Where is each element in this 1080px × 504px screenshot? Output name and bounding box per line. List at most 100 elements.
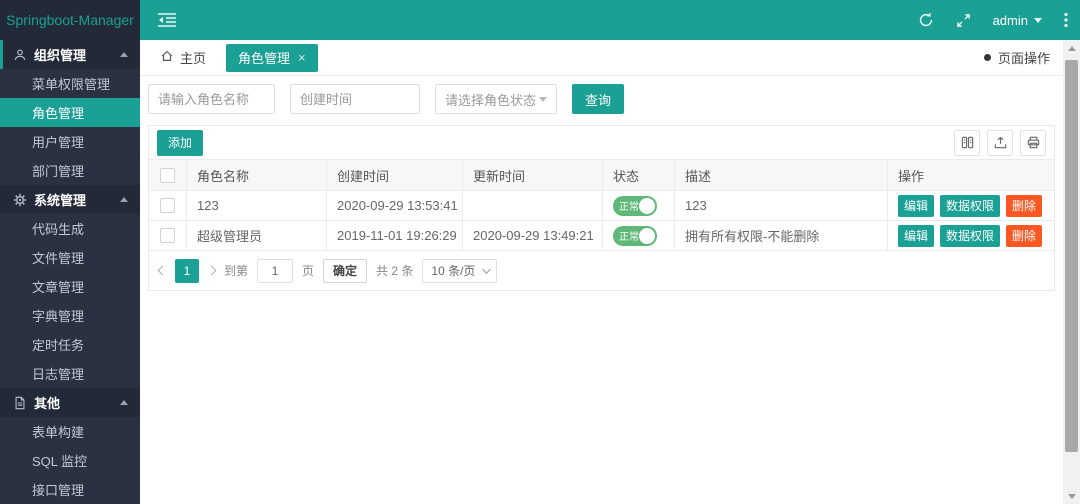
home-icon	[160, 49, 174, 66]
goto-page-input[interactable]	[257, 258, 294, 283]
page-unit-label: 页	[302, 264, 315, 278]
print-icon[interactable]	[1020, 129, 1046, 156]
col-header-actions: 操作	[898, 168, 925, 184]
col-header-status: 状态	[603, 160, 675, 190]
pagination: 1 到第 页 确定 共 2 条 10 条/页	[149, 250, 1054, 290]
more-menu-icon[interactable]	[1064, 12, 1068, 28]
main-area: admin 主页 角色管理 × 页面操作 请输入角色名称 创建时间 请选择角色状…	[140, 0, 1080, 504]
data-permission-button[interactable]: 数据权限	[940, 224, 1001, 247]
goto-label: 到第	[224, 264, 249, 278]
row-checkbox[interactable]	[160, 228, 175, 243]
sidebar: Springboot-Manager 组织管理 菜单权限管理 角色管理 用户管理…	[0, 0, 140, 504]
sidebar-item-api-mgmt[interactable]: 接口管理	[0, 475, 140, 504]
chevron-down-icon	[539, 96, 547, 102]
refresh-icon[interactable]	[918, 12, 934, 28]
sidebar-item-dept-mgmt[interactable]: 部门管理	[0, 156, 140, 185]
workspace: 主页 角色管理 × 页面操作 请输入角色名称 创建时间 请选择角色状态 查询 添…	[140, 40, 1080, 504]
collapse-menu-icon[interactable]	[158, 13, 176, 27]
sidebar-item-role-mgmt[interactable]: 角色管理	[0, 98, 140, 127]
chevron-up-icon	[120, 52, 128, 57]
chevron-down-icon	[482, 264, 492, 274]
export-icon[interactable]	[987, 129, 1013, 156]
sidebar-item-code-gen[interactable]: 代码生成	[0, 214, 140, 243]
chevron-up-icon	[120, 197, 128, 202]
delete-button[interactable]: 删除	[1006, 224, 1043, 247]
chevron-down-icon	[1034, 17, 1042, 23]
next-page-icon[interactable]	[206, 265, 217, 276]
app-logo: Springboot-Manager	[0, 0, 140, 40]
col-header-created: 创建时间	[327, 160, 463, 190]
toggle-knob-icon	[639, 227, 655, 244]
sidebar-item-sql-monitor[interactable]: SQL 监控	[0, 446, 140, 475]
table-row: 超级管理员 2019-11-01 19:26:29 2020-09-29 13:…	[149, 220, 1054, 250]
user-icon	[13, 48, 27, 62]
scroll-down-icon[interactable]	[1063, 488, 1080, 504]
gear-icon	[13, 193, 27, 207]
row-checkbox[interactable]	[160, 198, 175, 213]
page-content: 请选择角色状态 查询 添加	[140, 76, 1080, 291]
sidebar-item-menu-perms[interactable]: 菜单权限管理	[0, 69, 140, 98]
search-form: 请选择角色状态 查询	[148, 84, 1080, 114]
chevron-up-icon	[120, 400, 128, 405]
role-status-select[interactable]: 请选择角色状态	[435, 84, 557, 114]
tab-home[interactable]: 主页	[148, 40, 218, 75]
dot-icon	[983, 54, 991, 61]
role-table-card: 添加 角色名称 创建时间 更新时间 状态 描述 操作 123 2020-09-2…	[148, 125, 1055, 291]
tab-role-mgmt[interactable]: 角色管理 ×	[226, 43, 318, 72]
tab-bar: 主页 角色管理 × 页面操作	[140, 40, 1080, 76]
sidebar-section-system[interactable]: 系统管理	[0, 185, 140, 214]
role-name-cell: 超级管理员	[187, 221, 327, 250]
page-operations-button[interactable]: 页面操作	[983, 48, 1050, 67]
sidebar-section-label: 其他	[34, 396, 61, 411]
delete-button[interactable]: 删除	[1006, 194, 1043, 217]
description-cell: 拥有所有权限-不能删除	[675, 221, 888, 250]
sidebar-item-article-mgmt[interactable]: 文章管理	[0, 272, 140, 301]
updated-cell	[463, 191, 603, 220]
prev-page-icon[interactable]	[157, 265, 168, 276]
user-menu[interactable]: admin	[993, 13, 1042, 28]
close-icon[interactable]: ×	[298, 51, 306, 64]
sidebar-section-label: 系统管理	[34, 193, 87, 208]
table-row: 123 2020-09-29 13:53:41 正常 123 编辑 数据权限 删…	[149, 190, 1054, 220]
sidebar-section-label: 组织管理	[34, 48, 87, 63]
goto-confirm-button[interactable]: 确定	[323, 258, 368, 283]
created-cell: 2020-09-29 13:53:41	[327, 191, 463, 220]
edit-button[interactable]: 编辑	[898, 224, 935, 247]
created-cell: 2019-11-01 19:26:29	[327, 221, 463, 250]
sidebar-item-cron-tasks[interactable]: 定时任务	[0, 330, 140, 359]
sidebar-section-other[interactable]: 其他	[0, 388, 140, 417]
table-header-row: 角色名称 创建时间 更新时间 状态 描述 操作	[149, 159, 1054, 190]
description-cell: 123	[675, 191, 888, 220]
file-icon	[13, 396, 27, 410]
add-button[interactable]: 添加	[157, 129, 204, 156]
page-size-select[interactable]: 10 条/页	[422, 258, 498, 283]
fullscreen-icon[interactable]	[956, 13, 971, 28]
create-time-input[interactable]	[290, 84, 420, 114]
col-header-description: 描述	[675, 160, 888, 190]
username: admin	[992, 12, 1028, 28]
current-page-button[interactable]: 1	[175, 258, 199, 283]
sidebar-item-log-mgmt[interactable]: 日志管理	[0, 359, 140, 388]
select-all-checkbox[interactable]	[160, 167, 175, 183]
sidebar-item-file-mgmt[interactable]: 文件管理	[0, 243, 140, 272]
status-toggle[interactable]: 正常	[613, 225, 657, 246]
sidebar-section-org[interactable]: 组织管理	[0, 40, 140, 69]
vertical-scrollbar[interactable]	[1063, 40, 1080, 504]
scrollbar-thumb[interactable]	[1065, 60, 1078, 452]
topbar: admin	[140, 0, 1080, 40]
data-permission-button[interactable]: 数据权限	[940, 194, 1001, 217]
role-name-input[interactable]	[148, 84, 275, 114]
sidebar-item-form-builder[interactable]: 表单构建	[0, 417, 140, 446]
status-toggle[interactable]: 正常	[613, 195, 657, 216]
col-header-updated: 更新时间	[463, 160, 603, 190]
search-button[interactable]: 查询	[572, 84, 625, 114]
sidebar-item-user-mgmt[interactable]: 用户管理	[0, 127, 140, 156]
scroll-up-icon[interactable]	[1063, 40, 1080, 56]
total-count-label: 共 2 条	[376, 264, 414, 278]
toggle-knob-icon	[639, 197, 655, 214]
edit-button[interactable]: 编辑	[898, 194, 935, 217]
sidebar-item-dict-mgmt[interactable]: 字典管理	[0, 301, 140, 330]
filter-columns-icon[interactable]	[954, 129, 980, 156]
app-window: Springboot-Manager 组织管理 菜单权限管理 角色管理 用户管理…	[0, 0, 1080, 504]
table-toolbar: 添加	[149, 126, 1054, 159]
